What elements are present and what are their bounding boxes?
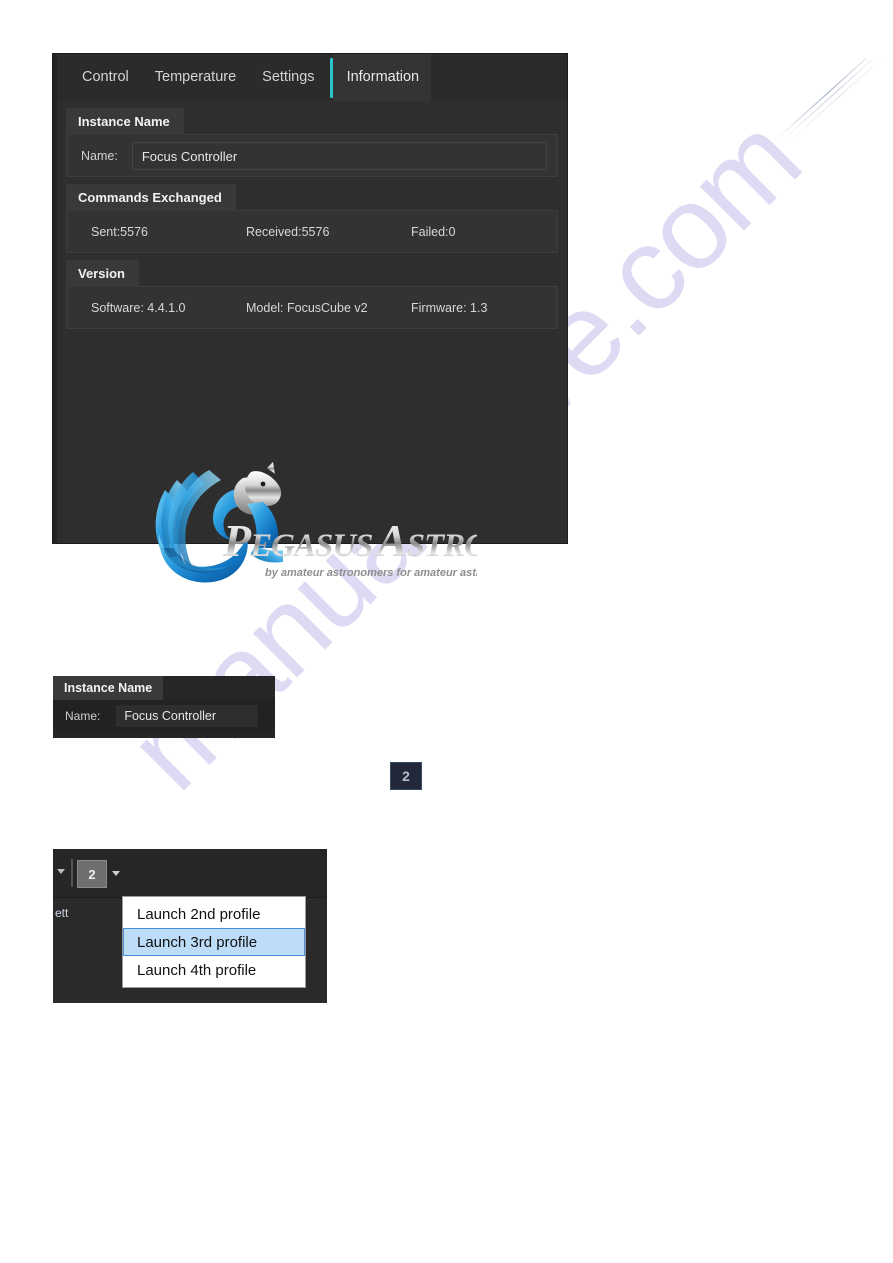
menu-item-launch-3rd-profile[interactable]: Launch 3rd profile	[123, 928, 305, 956]
information-panel: Instance Name Name: Focus Controller Com…	[57, 101, 567, 583]
logo-area: PEGASUS ASTRO by amateur astronomers for…	[66, 412, 558, 583]
stat-received: Received:5576	[246, 224, 330, 239]
name-label: Name:	[81, 148, 118, 163]
partial-settings-text: ett	[55, 906, 69, 920]
group-instance-name: Instance Name Name: Focus Controller	[66, 108, 558, 177]
group-instance-name-caption: Instance Name	[66, 108, 184, 135]
stat-software-version: Software: 4.4.1.0	[91, 300, 186, 315]
stat-failed: Failed:0	[411, 224, 456, 239]
group-version-caption: Version	[66, 260, 139, 287]
stat-model: Model: FocusCube v2	[246, 300, 368, 315]
menu-item-launch-2nd-profile[interactable]: Launch 2nd profile	[123, 900, 305, 928]
menu-item-launch-4th-profile[interactable]: Launch 4th profile	[123, 956, 305, 984]
group-commands-exchanged: Commands Exchanged Sent:5576 Received:55…	[66, 184, 558, 253]
logo-tagline: by amateur astronomers for amateur astro…	[265, 567, 477, 579]
focus-controller-window: Control Temperature Settings Information…	[53, 54, 567, 583]
stat-sent: Sent:5576	[91, 224, 148, 239]
pegasus-astro-logo-svg: PEGASUS ASTRO by amateur astronomers for…	[155, 462, 527, 583]
chevron-down-icon	[112, 870, 120, 876]
profile-menu: Launch 2nd profile Launch 3rd profile La…	[122, 896, 306, 988]
tab-settings[interactable]: Settings	[249, 54, 327, 101]
profile-dropdown-window: 2 ett Launch 2nd profile Launch 3rd prof…	[53, 849, 327, 1003]
logo-wordmark-astro: ASTRO	[374, 515, 477, 566]
stat-firmware-version: Firmware: 1.3	[411, 300, 488, 315]
instance-name-input[interactable]: Focus Controller	[131, 141, 547, 170]
profile-badge[interactable]: 2	[390, 762, 422, 790]
mini-panel-row: Name: Focus Controller	[53, 700, 275, 731]
tab-bar: Control Temperature Settings Information	[57, 54, 567, 102]
group-commands-exchanged-body: Sent:5576 Received:5576 Failed:0	[66, 210, 558, 253]
mini-panel-caption: Instance Name	[53, 676, 164, 700]
mini-name-value[interactable]: Focus Controller	[116, 704, 259, 727]
group-version-body: Software: 4.4.1.0 Model: FocusCube v2 Fi…	[66, 286, 558, 329]
logo-wordmark-pegasus: PEGASUS	[222, 515, 373, 566]
pegasus-astro-logo: PEGASUS ASTRO by amateur astronomers for…	[147, 460, 527, 600]
dropdown-toolbar: 2	[53, 849, 327, 898]
group-commands-exchanged-caption: Commands Exchanged	[66, 184, 236, 211]
instance-name-mini-panel: Instance Name Name: Focus Controller	[53, 676, 275, 738]
profile-button[interactable]: 2	[77, 860, 107, 888]
tab-information[interactable]: Information	[328, 54, 432, 101]
group-version: Version Software: 4.4.1.0 Model: FocusCu…	[66, 260, 558, 329]
tab-control[interactable]: Control	[69, 54, 142, 101]
toolbar-divider	[71, 859, 73, 887]
profile-dropdown-toggle[interactable]	[107, 860, 125, 886]
tab-temperature[interactable]: Temperature	[142, 54, 249, 101]
group-instance-name-body: Name: Focus Controller	[66, 134, 558, 177]
mini-name-label: Name:	[65, 708, 101, 723]
page-corner-streak	[773, 58, 893, 148]
chevron-down-icon[interactable]	[57, 869, 65, 874]
tab-information-label: Information	[332, 54, 432, 101]
